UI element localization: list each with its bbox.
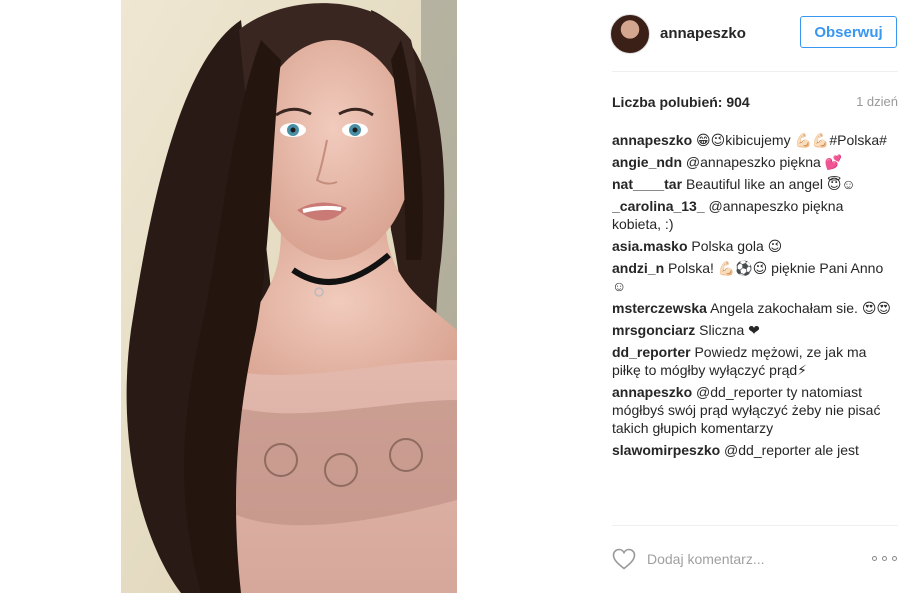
comment-item: angie_ndn @annapeszko piękna 💕 [612,153,894,171]
post-time[interactable]: 1 dzień [856,94,898,109]
comment-text: Beautiful like an angel 😇☺ [685,176,856,192]
comment-username[interactable]: dd_reporter [612,344,691,360]
comment-username[interactable]: annapeszko [612,132,692,148]
comment-input[interactable] [647,548,847,570]
bottom-divider [612,525,898,526]
comment-item: dd_reporter Powiedz mężowi, ze jak ma pi… [612,343,894,379]
comment-username[interactable]: asia.masko [612,238,688,254]
likes-count[interactable]: Liczba polubień: 904 [612,94,750,110]
comment-username[interactable]: msterczewska [612,300,707,316]
post-image [121,0,457,593]
comment-item: nat____tar Beautiful like an angel 😇☺ [612,175,894,193]
post-photo[interactable] [121,0,457,593]
comment-item: _carolina_13_ @annapeszko piękna kobieta… [612,197,894,233]
comment-item: annapeszko 😁😉kibicujemy 💪🏻💪🏻#Polska# [612,131,894,149]
comment-username[interactable]: angie_ndn [612,154,682,170]
comment-username[interactable]: andzi_n [612,260,664,276]
comment-username[interactable]: annapeszko [612,384,692,400]
post-sidebar: annapeszko Obserwuj Liczba polubień: 904… [596,0,904,595]
comment-item: slawomirpeszko @dd_reporter ale jest [612,441,894,459]
comment-text: @dd_reporter ale jest [724,442,859,458]
header-divider [612,71,898,72]
comment-username[interactable]: _carolina_13_ [612,198,705,214]
comments-list[interactable]: annapeszko 😁😉kibicujemy 💪🏻💪🏻#Polska# angi… [612,131,894,523]
comment-bar [596,534,904,584]
comment-item: asia.masko Polska gola 😉 [612,237,894,255]
comment-item: mrsgonciarz Sliczna ❤ [612,321,894,339]
comment-text: Sliczna ❤ [699,322,760,338]
comment-username[interactable]: slawomirpeszko [612,442,720,458]
comment-item: annapeszko @dd_reporter ty natomiast móg… [612,383,894,437]
comment-text: Angela zakochałam sie. 😍😍 [710,300,892,316]
post-username[interactable]: annapeszko [660,25,746,42]
more-options-icon[interactable] [872,548,900,568]
heart-outline-icon[interactable] [612,548,636,570]
follow-button[interactable]: Obserwuj [800,16,897,48]
post-header: annapeszko Obserwuj [596,0,904,70]
comment-text: @annapeszko piękna 💕 [685,154,843,170]
avatar[interactable] [610,14,650,54]
comment-item: andzi_n Polska! 💪🏻⚽😉 pięknie Pani Anno ☺ [612,259,894,295]
likes-row: Liczba polubień: 904 1 dzień [612,94,898,112]
comment-username[interactable]: nat____tar [612,176,682,192]
comment-text: Polska gola 😉 [691,238,783,254]
comment-item: msterczewska Angela zakochałam sie. 😍😍 [612,299,894,317]
comment-text: 😁😉kibicujemy 💪🏻💪🏻#Polska# [696,132,887,148]
comment-username[interactable]: mrsgonciarz [612,322,695,338]
